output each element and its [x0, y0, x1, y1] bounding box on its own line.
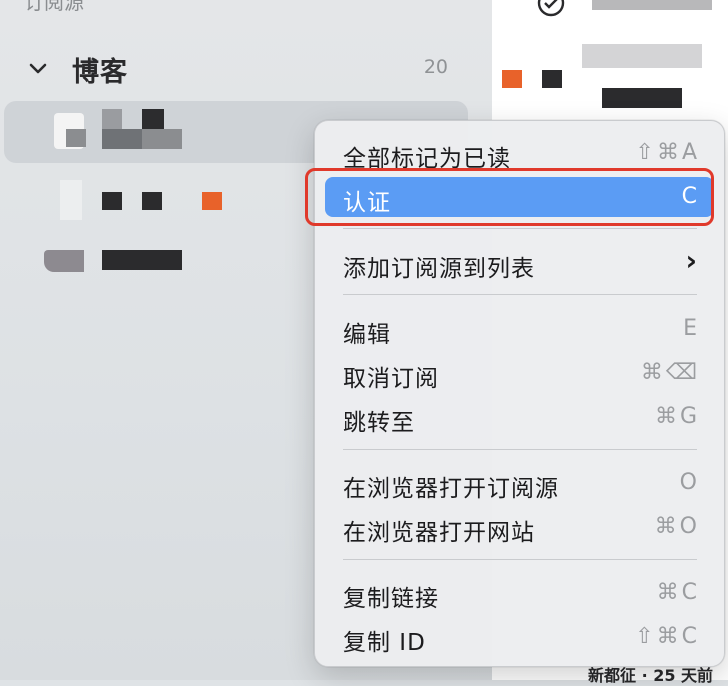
group-label: 博客 — [72, 57, 128, 88]
menu-item-shortcut: ⇧⌘A — [635, 140, 700, 165]
menu-item-shortcut: ⌘O — [654, 514, 700, 539]
article-meta-obscured — [542, 70, 562, 88]
group-row-blogs[interactable]: 博客 20 — [26, 48, 456, 88]
menu-item-shortcut: O — [679, 470, 700, 495]
menu-item-edit[interactable]: 编辑 E — [325, 309, 714, 349]
group-count: 20 — [423, 56, 448, 78]
menu-item-copy-link[interactable]: 复制链接 ⌘C — [325, 573, 714, 613]
menu-item-shortcut: ⌘⌫ — [640, 360, 700, 385]
feed-title-obscured — [142, 192, 162, 210]
menu-separator — [343, 449, 697, 450]
menu-item-shortcut: ⇧⌘C — [635, 624, 700, 649]
menu-item-label: 复制链接 — [343, 586, 439, 612]
menu-item-add-to-list[interactable]: 添加订阅源到列表 › — [325, 243, 714, 283]
menu-separator — [343, 294, 697, 295]
menu-item-unsubscribe[interactable]: 取消订阅 ⌘⌫ — [325, 353, 714, 393]
menu-item-label: 取消订阅 — [343, 366, 439, 392]
menu-item-copy-id[interactable]: 复制 ID ⇧⌘C — [325, 617, 714, 657]
article-unread-dot — [502, 70, 522, 88]
annotation-highlight — [305, 168, 714, 226]
menu-item-label: 添加订阅源到列表 — [343, 256, 535, 282]
menu-item-label: 编辑 — [343, 322, 391, 348]
menu-item-open-site-in-browser[interactable]: 在浏览器打开网站 ⌘O — [325, 507, 714, 547]
menu-separator — [343, 228, 697, 229]
chevron-down-icon[interactable] — [26, 56, 50, 80]
feed-title-obscured — [66, 129, 86, 147]
menu-item-shortcut: ⌘C — [656, 580, 700, 605]
article-thumb-obscured — [602, 88, 682, 108]
menu-item-shortcut: E — [683, 316, 700, 341]
article-thumb-obscured — [582, 44, 702, 68]
feed-title-obscured — [102, 109, 122, 129]
menu-separator — [343, 559, 697, 560]
chevron-right-icon: › — [685, 244, 700, 277]
feed-unread-dot — [202, 192, 222, 210]
menu-item-shortcut: ⌘G — [654, 404, 700, 429]
feed-title-obscured — [102, 192, 122, 210]
menu-item-open-feed-in-browser[interactable]: 在浏览器打开订阅源 O — [325, 463, 714, 503]
feed-favicon — [60, 180, 82, 220]
menu-item-label: 跳转至 — [343, 410, 415, 436]
feed-title-obscured — [102, 129, 142, 149]
menu-item-label: 在浏览器打开网站 — [343, 520, 535, 546]
feed-favicon — [44, 250, 84, 272]
feed-title-obscured — [142, 109, 164, 129]
menu-item-mark-all-read[interactable]: 全部标记为已读 ⇧⌘A — [325, 133, 714, 173]
feed-title-obscured — [102, 250, 182, 270]
check-circle-icon[interactable] — [536, 0, 566, 18]
article-title-obscured — [592, 0, 712, 10]
section-title: 订阅源 — [24, 0, 84, 14]
menu-item-label: 复制 ID — [343, 630, 426, 656]
menu-item-jump-to[interactable]: 跳转至 ⌘G — [325, 397, 714, 437]
feed-title-obscured — [142, 129, 182, 149]
menu-item-label: 在浏览器打开订阅源 — [343, 476, 559, 502]
